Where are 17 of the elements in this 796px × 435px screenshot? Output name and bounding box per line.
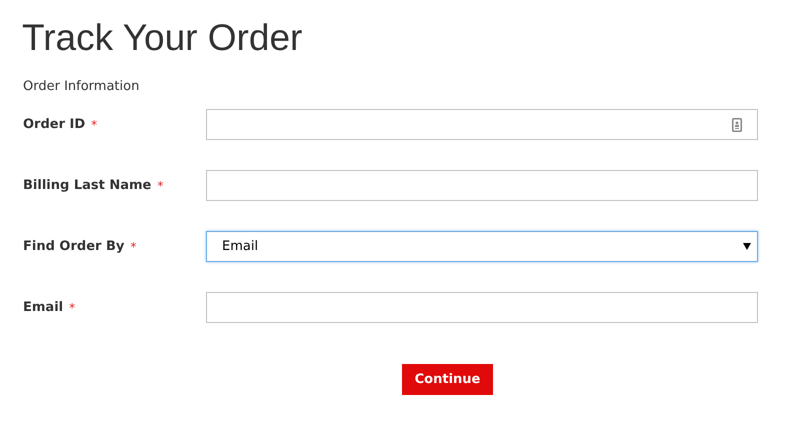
select-field[interactable]: Email [206, 231, 758, 262]
page-title: Track Your Order [22, 16, 304, 60]
required-mark: * [130, 240, 136, 254]
contact-card-icon [732, 118, 742, 132]
field-label: Find Order By [23, 239, 124, 254]
input-field[interactable] [206, 109, 758, 140]
required-mark: * [91, 118, 98, 132]
required-mark: * [157, 178, 164, 192]
caret-icon [743, 243, 751, 250]
input-field[interactable] [206, 170, 758, 201]
required-mark: * [69, 300, 76, 314]
continue-button[interactable]: Continue [402, 364, 493, 395]
field-label: Email [23, 300, 64, 315]
section-heading: Order Information [23, 78, 140, 96]
field-label: Order ID [23, 117, 86, 132]
input-field[interactable] [206, 292, 758, 323]
field-label: Billing Last Name [23, 178, 152, 193]
